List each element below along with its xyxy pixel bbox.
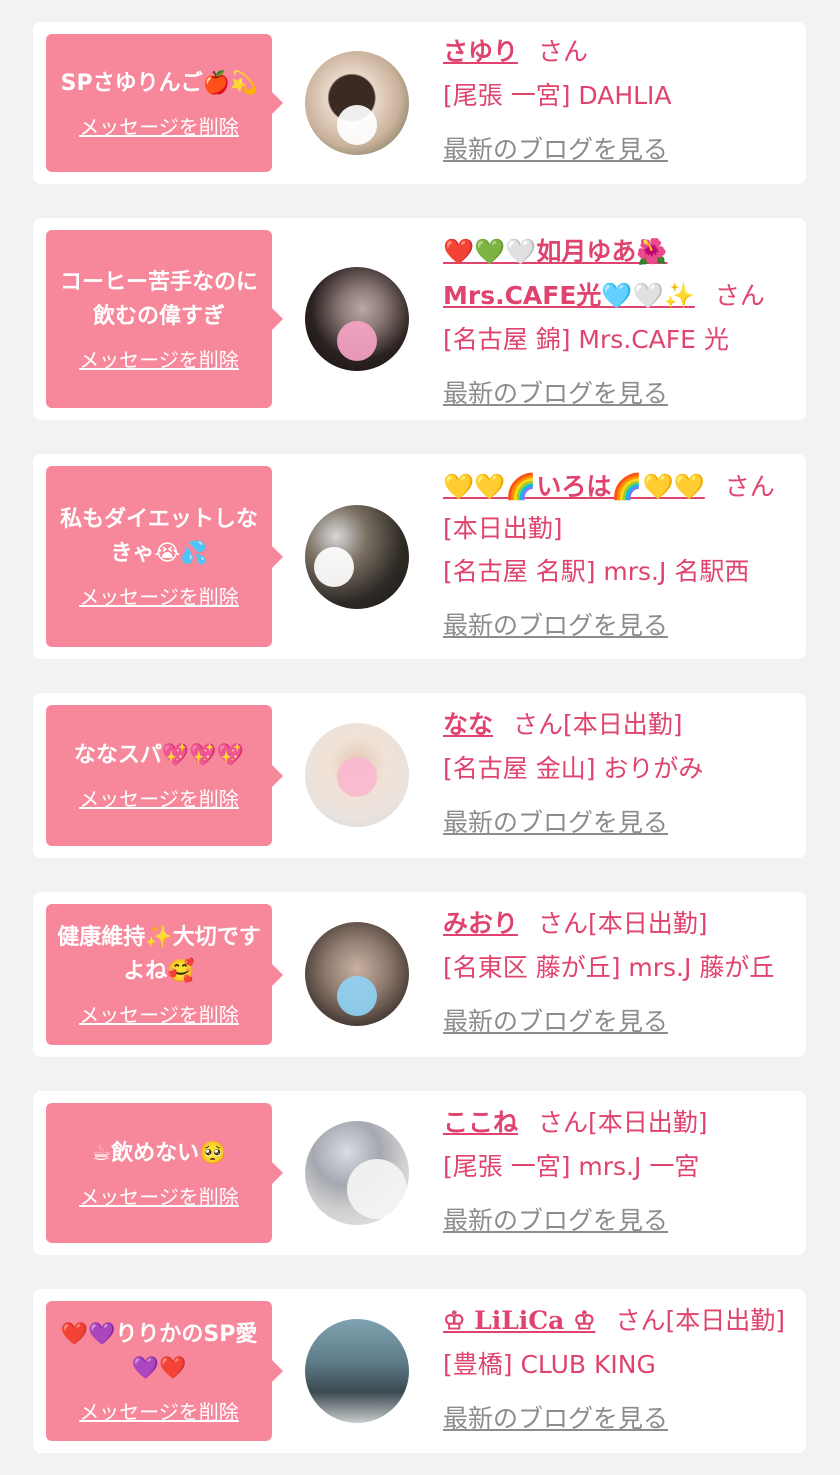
delete-message-link[interactable]: メッセージを削除 <box>79 344 239 373</box>
message-bubble: 私もダイエットしなきゃ😭💦 メッセージを削除 <box>46 466 283 647</box>
avatar[interactable] <box>305 505 409 609</box>
heart-icon <box>314 547 355 587</box>
cast-info: みおり さん[本日出勤] [名東区 藤が丘] mrs.J 藤が丘 最新のブログを見… <box>443 902 794 1044</box>
name-suffix: さん[本日出勤] <box>513 710 683 739</box>
message-card: SPさゆりんご🍎💫 メッセージを削除 さゆり さん [尾張 一宮] DAHLIA … <box>33 22 806 184</box>
message-bubble: ☕飲めない🥺 メッセージを削除 <box>46 1103 283 1243</box>
message-bubble: ❤️💜りりかのSP愛💜❤️ メッセージを削除 <box>46 1301 283 1441</box>
avatar[interactable] <box>305 922 409 1026</box>
message-text: コーヒー苦手なのに飲むの偉すぎ <box>59 269 258 329</box>
shop-location: [名古屋 金山] おりがみ <box>443 754 704 783</box>
cast-name-link[interactable]: なな <box>443 710 493 739</box>
cast-name-link[interactable]: ❤️💚🤍如月ゆあ🌺 Mrs.CAFE光🩵🤍✨ <box>443 237 695 310</box>
shop-location: [豊橋] CLUB KING <box>443 1350 656 1379</box>
shop-location: [名古屋 錦] Mrs.CAFE 光 <box>443 325 729 354</box>
name-suffix: さん[本日出勤] <box>538 909 708 938</box>
delete-message-link[interactable]: メッセージを削除 <box>79 111 239 140</box>
latest-blog-link[interactable]: 最新のブログを見る <box>443 1397 668 1441</box>
message-card: ☕飲めない🥺 メッセージを削除 ここね さん[本日出勤] [尾張 一宮] mrs.… <box>33 1091 806 1255</box>
message-card: 私もダイエットしなきゃ😭💦 メッセージを削除 💛💛🌈いろは🌈💛💛 さん[本日出勤]… <box>33 454 806 659</box>
message-bubble: ななスパ💖💖💖 メッセージを削除 <box>46 705 283 846</box>
message-text: 私もダイエットしなきゃ😭💦 <box>60 507 258 566</box>
shop-location: [尾張 一宮] mrs.J 一宮 <box>443 1152 700 1181</box>
delete-message-link[interactable]: メッセージを削除 <box>79 783 239 812</box>
delete-message-link[interactable]: メッセージを削除 <box>79 581 239 610</box>
message-text: ❤️💜りりかのSP愛💜❤️ <box>60 1321 258 1381</box>
cast-info: ここね さん[本日出勤] [尾張 一宮] mrs.J 一宮 最新のブログを見る <box>443 1101 794 1243</box>
heart-icon <box>337 976 377 1016</box>
name-suffix: さん <box>538 37 589 66</box>
delete-message-link[interactable]: メッセージを削除 <box>79 1181 239 1210</box>
latest-blog-link[interactable]: 最新のブログを見る <box>443 372 668 416</box>
cast-info: さゆり さん [尾張 一宮] DAHLIA 最新のブログを見る <box>443 30 794 172</box>
cast-name-link[interactable]: ♔ LiLiCa ♔ <box>443 1306 595 1335</box>
shop-location: [名古屋 名駅] mrs.J 名駅西 <box>443 557 750 586</box>
message-card: ななスパ💖💖💖 メッセージを削除 なな さん[本日出勤] [名古屋 金山] おりが… <box>33 693 806 858</box>
cast-info: 💛💛🌈いろは🌈💛💛 さん[本日出勤] [名古屋 名駅] mrs.J 名駅西 最新の… <box>443 466 794 648</box>
message-card: コーヒー苦手なのに飲むの偉すぎ メッセージを削除 ❤️💚🤍如月ゆあ🌺 Mrs.C… <box>33 218 806 420</box>
avatar[interactable] <box>305 1121 409 1225</box>
message-bubble: 健康維持✨大切ですよね🥰 メッセージを削除 <box>46 904 283 1045</box>
message-bubble: SPさゆりんご🍎💫 メッセージを削除 <box>46 34 283 172</box>
avatar[interactable] <box>305 51 409 155</box>
cast-name-link[interactable]: さゆり <box>443 37 518 66</box>
message-text: SPさゆりんご🍎💫 <box>60 70 258 96</box>
avatar[interactable] <box>305 1319 409 1423</box>
avatar[interactable] <box>305 267 409 371</box>
cast-info: なな さん[本日出勤] [名古屋 金山] おりがみ 最新のブログを見る <box>443 703 794 845</box>
avatar[interactable] <box>305 723 409 827</box>
message-text: 健康維持✨大切ですよね🥰 <box>57 925 261 984</box>
message-text: ななスパ💖💖💖 <box>73 743 245 768</box>
latest-blog-link[interactable]: 最新のブログを見る <box>443 1000 668 1044</box>
message-card: ❤️💜りりかのSP愛💜❤️ メッセージを削除 ♔ LiLiCa ♔ さん[本日出勤… <box>33 1289 806 1453</box>
cast-info: ❤️💚🤍如月ゆあ🌺 Mrs.CAFE光🩵🤍✨ さん [名古屋 錦] Mrs.CAF… <box>443 230 794 416</box>
cast-info: ♔ LiLiCa ♔ さん[本日出勤] [豊橋] CLUB KING 最新のブログ… <box>443 1299 794 1441</box>
latest-blog-link[interactable]: 最新のブログを見る <box>443 128 668 172</box>
shop-location: [名東区 藤が丘] mrs.J 藤が丘 <box>443 953 775 982</box>
delete-message-link[interactable]: メッセージを削除 <box>79 999 239 1028</box>
heart-icon <box>337 105 377 145</box>
shop-location: [尾張 一宮] DAHLIA <box>443 81 672 110</box>
name-suffix: さん <box>714 281 765 310</box>
cast-name-link[interactable]: 💛💛🌈いろは🌈💛💛 <box>443 472 705 501</box>
message-card: 健康維持✨大切ですよね🥰 メッセージを削除 みおり さん[本日出勤] [名東区 藤… <box>33 892 806 1057</box>
name-suffix: さん[本日出勤] <box>538 1108 708 1137</box>
cat-silhouette-icon <box>347 1159 407 1219</box>
heart-icon <box>337 321 377 361</box>
message-bubble: コーヒー苦手なのに飲むの偉すぎ メッセージを削除 <box>46 230 283 408</box>
delete-message-link[interactable]: メッセージを削除 <box>79 1396 239 1425</box>
name-suffix: さん[本日出勤] <box>615 1306 785 1335</box>
latest-blog-link[interactable]: 最新のブログを見る <box>443 604 668 648</box>
message-text: ☕飲めない🥺 <box>91 1140 227 1166</box>
latest-blog-link[interactable]: 最新のブログを見る <box>443 801 668 845</box>
heart-icon <box>337 757 377 797</box>
latest-blog-link[interactable]: 最新のブログを見る <box>443 1199 668 1243</box>
cast-name-link[interactable]: みおり <box>443 909 518 938</box>
cast-name-link[interactable]: ここね <box>443 1108 518 1137</box>
